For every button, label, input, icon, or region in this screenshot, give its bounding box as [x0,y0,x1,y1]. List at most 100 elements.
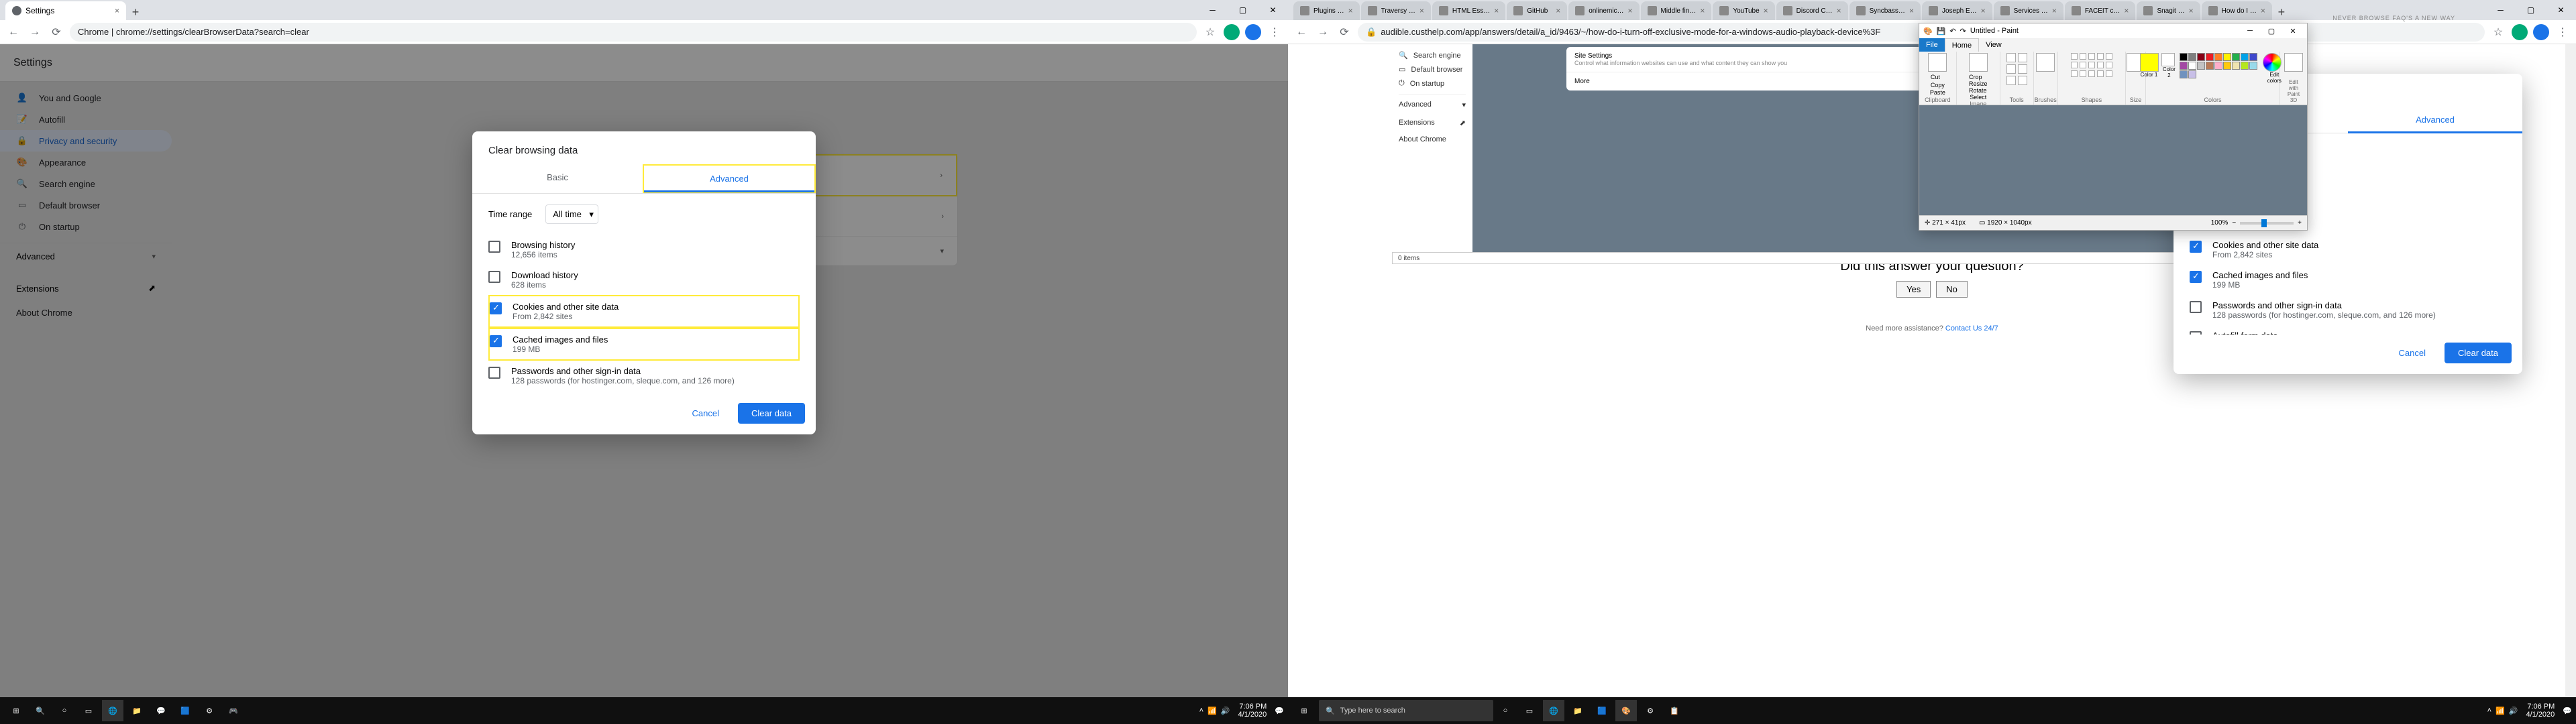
color-swatch[interactable] [2241,53,2249,61]
taskbar-explorer[interactable]: 📁 [126,700,148,721]
maximize-button[interactable]: ▢ [2261,27,2282,36]
new-tab-button[interactable]: + [2273,4,2290,20]
browser-tab[interactable]: HTML Ess…× [1432,1,1505,20]
close-icon[interactable]: × [1556,6,1560,15]
forward-icon[interactable]: → [27,24,43,40]
cut-button[interactable]: Cut [1931,74,1945,80]
paint3d-button[interactable] [2284,53,2303,72]
time-range-select[interactable]: All time ▾ [545,204,598,224]
cortana-button[interactable]: ○ [54,700,75,721]
maximize-button[interactable]: ▢ [2516,0,2546,20]
color-swatch[interactable] [2188,70,2196,78]
color-swatch[interactable] [2241,62,2249,70]
taskbar-clock[interactable]: 7:06 PM4/1/2020 [1234,703,1271,719]
tray-volume-icon[interactable]: 🔊 [2509,707,2518,715]
taskview-button[interactable]: ▭ [1519,700,1540,721]
browser-tab[interactable]: Traversy …× [1361,1,1431,20]
pencil-tool[interactable] [2006,53,2016,62]
browser-tab[interactable]: GitHub× [1507,1,1567,20]
close-button[interactable]: ✕ [2283,27,2303,36]
start-button[interactable]: ⊞ [5,700,27,721]
shape-button[interactable] [2071,62,2078,68]
color2-swatch[interactable] [2161,53,2175,66]
color-swatch[interactable] [2188,53,2196,61]
shape-button[interactable] [2097,62,2104,68]
color-swatch[interactable] [2197,53,2205,61]
back-icon[interactable]: ← [5,24,21,40]
taskbar-app[interactable]: 💬 [150,700,172,721]
close-icon[interactable]: × [1981,6,1986,15]
zoom-slider[interactable] [2240,222,2294,225]
shape-button[interactable] [2071,53,2078,60]
browser-tab[interactable]: onlinemic…× [1568,1,1639,20]
zoom-tool[interactable] [2018,76,2027,85]
taskbar-app-3[interactable]: 📋 [1664,700,1685,721]
close-icon[interactable]: × [1837,6,1841,15]
color-swatch[interactable] [2197,62,2205,70]
close-icon[interactable]: × [2124,6,2129,15]
browser-tab[interactable]: Syncbass…× [1849,1,1921,20]
extension-icon[interactable] [2512,24,2528,40]
color-swatch[interactable] [2206,53,2214,61]
close-icon[interactable]: × [1494,6,1499,15]
close-icon[interactable]: × [1700,6,1705,15]
browser-tab[interactable]: YouTube× [1713,1,1774,20]
color-swatch[interactable] [2180,62,2188,70]
checkbox[interactable] [2190,271,2202,283]
picker-tool[interactable] [2006,76,2016,85]
rotate-button[interactable]: Rotate [1969,87,1988,94]
scrollbar[interactable] [2565,44,2576,697]
search-button[interactable]: 🔍 [30,700,51,721]
shape-button[interactable] [2097,70,2104,77]
check-autofill[interactable]: Autofill form data [2190,325,2506,335]
taskbar-app-3[interactable]: ⚙ [199,700,220,721]
text-tool[interactable] [2006,64,2016,74]
check-cache[interactable]: Cached images and files199 MB [488,328,800,361]
sidebar-item-on-startup[interactable]: ⏻On startup [0,216,172,237]
cortana-button[interactable]: ○ [1495,700,1516,721]
sidebar-item-search-engine[interactable]: 🔍Search engine [0,173,172,194]
maximize-button[interactable]: ▢ [1228,0,1258,20]
sidebar-item-you-and-google[interactable]: 👤You and Google [0,87,172,109]
close-button[interactable]: ✕ [2546,0,2576,20]
color1-swatch[interactable] [2140,53,2159,72]
taskview-button[interactable]: ▭ [78,700,99,721]
checkbox[interactable] [488,271,500,283]
sidebar-item-autofill[interactable]: 📝Autofill [0,109,172,130]
shape-button[interactable] [2080,70,2086,77]
taskbar-paint[interactable]: 🎨 [1615,700,1637,721]
tray-chevron-icon[interactable]: ˄ [1199,707,1203,715]
taskbar-app[interactable]: 🟦 [1591,700,1613,721]
color-swatch[interactable] [2232,53,2240,61]
check-cache[interactable]: Cached images and files199 MB [2190,265,2506,295]
shape-button[interactable] [2088,53,2095,60]
color-swatch[interactable] [2249,53,2257,61]
shape-button[interactable] [2088,70,2095,77]
shape-button[interactable] [2088,62,2095,68]
clear-data-button[interactable]: Clear data [2445,343,2512,363]
clear-data-button[interactable]: Clear data [738,403,805,424]
taskbar-explorer[interactable]: 📁 [1567,700,1589,721]
check-passwords[interactable]: Passwords and other sign-in data128 pass… [2190,295,2506,325]
close-icon[interactable]: × [1419,6,1424,15]
cancel-button[interactable]: Cancel [679,403,733,424]
redo-icon[interactable]: ↷ [1960,27,1966,36]
address-bar[interactable]: Chrome | chrome://settings/clearBrowserD… [70,23,1197,42]
undo-icon[interactable]: ↶ [1949,27,1955,36]
sidebar-item-default-browser[interactable]: ▭Default browser [0,194,172,216]
resize-button[interactable]: Resize [1969,80,1988,87]
tray-network-icon[interactable]: 📶 [1208,707,1217,715]
color-swatch[interactable] [2223,53,2231,61]
new-tab-button[interactable]: + [127,4,144,20]
notifications-icon[interactable]: 💬 [1275,707,1284,715]
browser-tab[interactable]: FACEIT c…× [2065,1,2136,20]
tab-basic[interactable]: Basic [472,164,643,193]
check-passwords[interactable]: Passwords and other sign-in data128 pass… [488,361,800,391]
reload-icon[interactable]: ⟳ [48,24,64,40]
checkbox[interactable] [490,335,502,347]
checkbox[interactable] [2190,301,2202,313]
close-icon[interactable]: × [1909,6,1914,15]
tab-settings[interactable]: Settings × [5,1,126,20]
check-browsing-history[interactable]: Browsing history12,656 items [488,235,800,265]
color-swatch[interactable] [2232,62,2240,70]
